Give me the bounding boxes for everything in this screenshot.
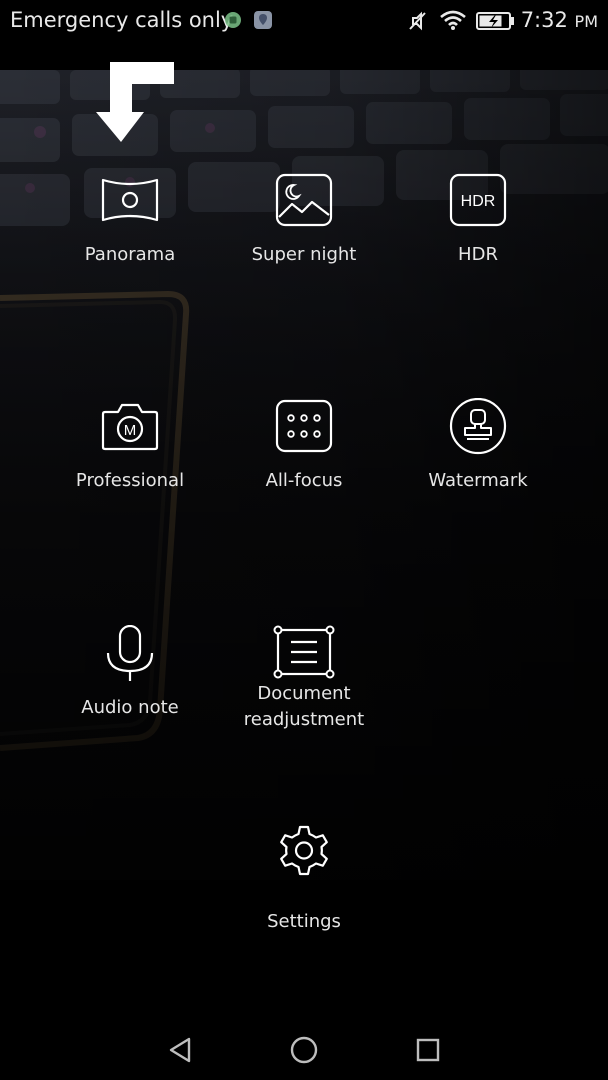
clock-ampm: PM: [574, 12, 598, 31]
mode-watermark[interactable]: Watermark: [388, 398, 568, 494]
clock: 7:32 PM: [521, 8, 598, 32]
home-icon[interactable]: [284, 1030, 324, 1070]
hdr-icon-text: HDR: [461, 193, 496, 210]
mode-super-night[interactable]: Super night: [214, 172, 394, 268]
mode-label: Super night: [251, 244, 357, 265]
dots-grid-icon: [275, 399, 333, 453]
carrier-text: Emergency calls only: [10, 8, 234, 32]
mode-label: Document readjustment: [214, 681, 394, 733]
back-icon[interactable]: [160, 1030, 200, 1070]
notification-dot-icon: [225, 12, 241, 28]
mode-hdr[interactable]: HDR HDR: [388, 172, 568, 268]
settings-button[interactable]: [274, 822, 334, 878]
mode-label: All-focus: [265, 470, 343, 491]
document-frame-icon: [273, 625, 335, 679]
mode-document-readjustment[interactable]: Document readjustment: [214, 625, 394, 733]
night-landscape-icon: [275, 173, 333, 227]
mode-label: Panorama: [84, 244, 176, 265]
hdr-icon: HDR: [449, 173, 507, 227]
mute-icon: [409, 11, 426, 31]
mode-label-line: Document: [257, 683, 351, 704]
camera-manual-icon: M: [101, 403, 159, 451]
recents-icon[interactable]: [408, 1030, 448, 1070]
microphone-icon: [106, 625, 154, 681]
manual-icon-text: M: [124, 422, 137, 439]
battery-charging-icon: [476, 12, 514, 30]
navigation-bar: [0, 1018, 608, 1080]
tutorial-arrow-icon: [96, 62, 174, 142]
location-icon: [254, 11, 272, 29]
mode-label-line: readjustment: [243, 709, 365, 730]
mode-all-focus[interactable]: All-focus: [214, 398, 394, 494]
mode-label: Professional: [75, 470, 185, 491]
wifi-icon: [440, 10, 466, 30]
clock-time: 7:32: [520, 8, 568, 32]
gear-icon: [280, 825, 328, 876]
status-bar: Emergency calls only 7:32 PM: [0, 0, 608, 42]
mode-professional[interactable]: M Professional: [40, 398, 220, 494]
mode-label: Watermark: [428, 470, 528, 491]
panorama-icon: [101, 178, 159, 222]
mode-panorama[interactable]: Panorama: [40, 172, 220, 268]
settings-label: Settings: [267, 911, 341, 932]
mode-audio-note[interactable]: Audio note: [40, 625, 220, 721]
stamp-icon: [449, 398, 507, 455]
mode-label: HDR: [458, 244, 498, 265]
mode-label: Audio note: [81, 697, 179, 718]
